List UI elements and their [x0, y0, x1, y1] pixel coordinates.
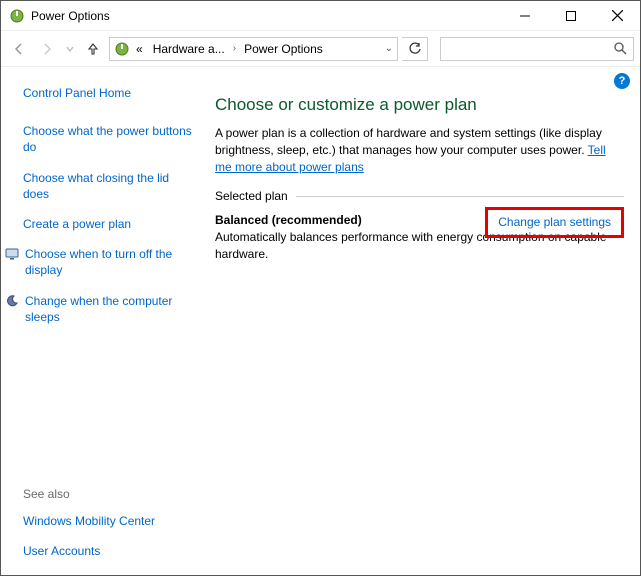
maximize-button[interactable] [548, 1, 594, 31]
content: Control Panel Home Choose what the power… [1, 67, 640, 575]
titlebar: Power Options [1, 1, 640, 31]
moon-icon [5, 294, 19, 308]
main-panel: ? Choose or customize a power plan A pow… [211, 67, 640, 575]
breadcrumb-separator-icon[interactable]: › [231, 43, 238, 54]
page-description: A power plan is a collection of hardware… [215, 125, 624, 175]
power-options-icon [114, 41, 130, 57]
back-button[interactable] [7, 37, 31, 61]
selected-plan-section: Selected plan [215, 189, 624, 203]
description-text: A power plan is a collection of hardware… [215, 126, 602, 157]
control-panel-home-link[interactable]: Control Panel Home [23, 85, 197, 101]
sidebar-link-power-buttons[interactable]: Choose what the power buttons do [23, 123, 197, 155]
window: Power Options [0, 0, 641, 576]
up-button[interactable] [81, 37, 105, 61]
highlight-box: Change plan settings [485, 207, 624, 238]
breadcrumb-power-options[interactable]: Power Options [240, 42, 327, 56]
recent-dropdown[interactable] [63, 37, 77, 61]
breadcrumb-hardware[interactable]: Hardware a... [149, 42, 229, 56]
sidebar-link-create-plan[interactable]: Create a power plan [23, 216, 197, 232]
search-icon [614, 42, 627, 55]
window-buttons [502, 1, 640, 31]
plan-row: Balanced (recommended) Automatically bal… [215, 213, 624, 263]
sidebar-link-computer-sleeps[interactable]: Change when the computer sleeps [25, 293, 197, 325]
see-also-user-accounts[interactable]: User Accounts [23, 543, 197, 559]
divider [296, 196, 624, 197]
refresh-button[interactable] [402, 37, 428, 61]
change-plan-settings-link[interactable]: Change plan settings [498, 215, 611, 229]
see-also-heading: See also [23, 487, 197, 501]
close-button[interactable] [594, 1, 640, 31]
forward-button[interactable] [35, 37, 59, 61]
window-title: Power Options [31, 9, 502, 23]
help-icon[interactable]: ? [614, 73, 630, 89]
sidebar-link-turn-off-display[interactable]: Choose when to turn off the display [25, 246, 197, 278]
breadcrumb-dropdown-icon[interactable]: ⌄ [379, 43, 393, 54]
selected-plan-label: Selected plan [215, 189, 288, 203]
see-also-mobility-center[interactable]: Windows Mobility Center [23, 513, 197, 529]
search-input[interactable] [440, 37, 634, 61]
minimize-button[interactable] [502, 1, 548, 31]
breadcrumb-prefix[interactable]: « [132, 42, 147, 56]
address-bar[interactable]: « Hardware a... › Power Options ⌄ [109, 37, 398, 61]
sidebar-link-closing-lid[interactable]: Choose what closing the lid does [23, 170, 197, 202]
page-heading: Choose or customize a power plan [215, 95, 624, 115]
navbar: « Hardware a... › Power Options ⌄ [1, 31, 640, 67]
monitor-icon [5, 247, 19, 261]
sidebar: Control Panel Home Choose what the power… [1, 67, 211, 575]
power-options-icon [9, 8, 25, 24]
